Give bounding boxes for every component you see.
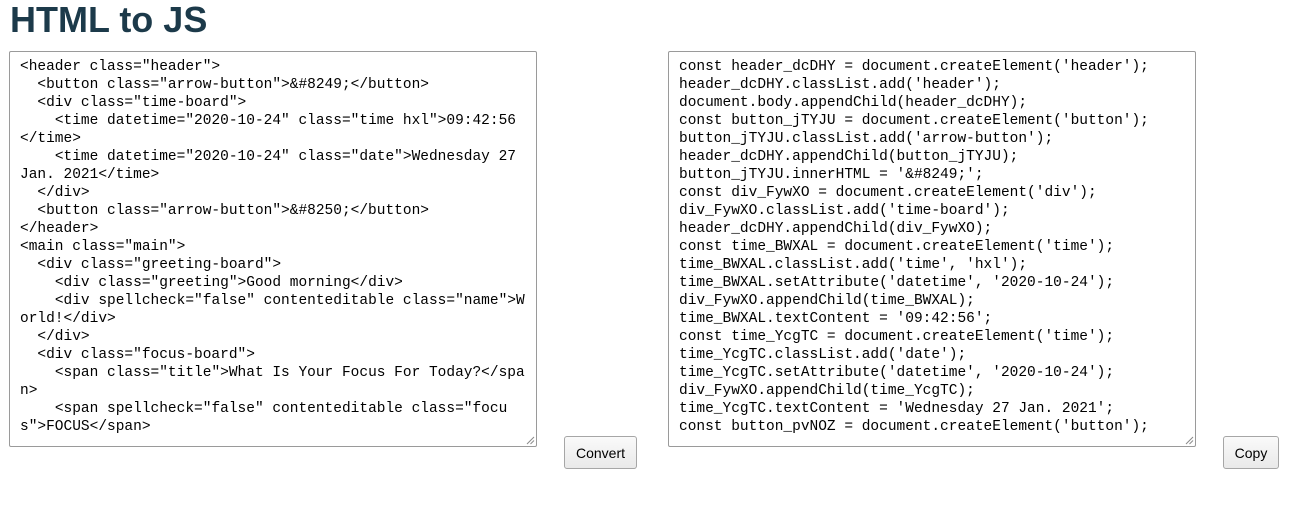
copy-button[interactable]: Copy [1223, 436, 1279, 469]
resize-grip-icon[interactable] [525, 435, 535, 445]
page-title: HTML to JS [10, 0, 208, 40]
resize-grip-icon[interactable] [1184, 435, 1194, 445]
convert-button[interactable]: Convert [564, 436, 637, 469]
js-output-text: const header_dcDHY = document.createElem… [679, 59, 1149, 435]
html-input-text: <header class="header"> <button class="a… [20, 59, 525, 435]
html-input-textarea[interactable]: <header class="header"> <button class="a… [9, 51, 537, 447]
js-output-textarea[interactable]: const header_dcDHY = document.createElem… [668, 51, 1196, 447]
